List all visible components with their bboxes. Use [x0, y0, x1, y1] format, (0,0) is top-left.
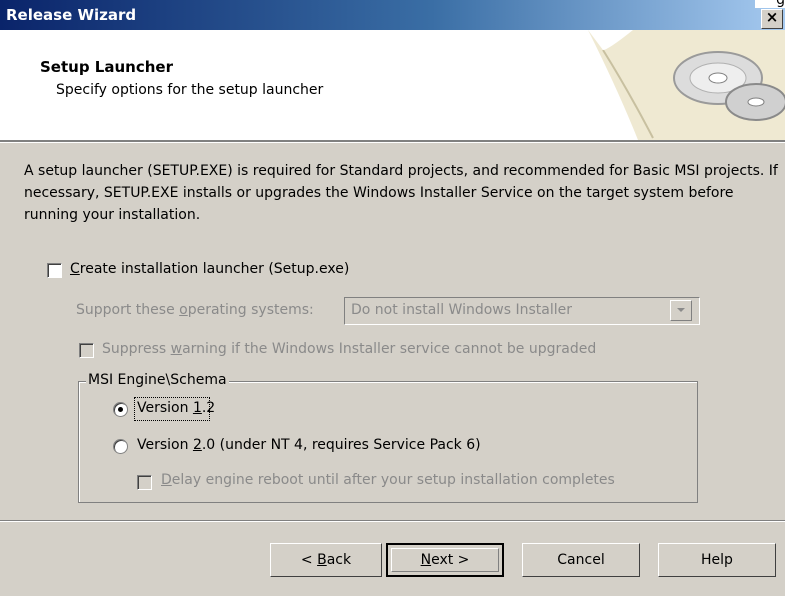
- back-button-mnemonic: B: [317, 552, 327, 568]
- os-support-label-a: Support these: [76, 302, 180, 318]
- create-launcher-mnemonic: C: [70, 261, 80, 277]
- cd-discs-icon: [588, 30, 785, 140]
- back-button-label-b: ack: [326, 552, 352, 568]
- version-1-2-label-b: .2: [201, 400, 216, 416]
- close-icon: ×: [765, 8, 779, 26]
- delay-reboot-mnemonic: D: [161, 472, 172, 488]
- version-1-2-radio[interactable]: [113, 402, 128, 417]
- create-launcher-label[interactable]: Create installation launcher (Setup.exe): [70, 261, 349, 277]
- version-2-0-label-b: .0 (under NT 4, requires Service Pack 6): [201, 437, 481, 453]
- delay-reboot-label[interactable]: Delay engine reboot until after your set…: [161, 472, 615, 488]
- back-button[interactable]: < Back: [270, 543, 382, 577]
- description-text: A setup launcher (SETUP.EXE) is required…: [24, 163, 778, 223]
- version-2-0-mnemonic: 2: [192, 437, 202, 453]
- cancel-button[interactable]: Cancel: [522, 543, 640, 577]
- os-support-mnemonic: o: [179, 302, 188, 318]
- delay-reboot-checkbox[interactable]: [137, 475, 152, 490]
- version-2-0-radio[interactable]: [113, 439, 128, 454]
- msi-engine-group-label: MSI Engine\Schema: [86, 372, 229, 388]
- page-subtitle: Specify options for the setup launcher: [56, 82, 324, 98]
- next-button-focus-frame: [391, 548, 499, 572]
- window-title: Release Wizard: [6, 6, 137, 24]
- os-support-dropdown-button[interactable]: [670, 300, 692, 321]
- suppress-warning-label-b: arning if the Windows Installer service …: [182, 341, 597, 357]
- title-bar-corner-glyph: g: [776, 0, 785, 8]
- back-button-label-a: <: [300, 552, 318, 568]
- os-support-select[interactable]: Do not install Windows Installer: [344, 297, 700, 325]
- suppress-warning-label-a: Suppress: [102, 341, 171, 357]
- os-support-selected-value: Do not install Windows Installer: [351, 302, 572, 318]
- version-1-2-label[interactable]: Version 1.2: [137, 400, 215, 416]
- title-bar-corner: g: [755, 0, 785, 8]
- create-launcher-checkbox[interactable]: [47, 263, 62, 278]
- next-button[interactable]: Next >: [386, 543, 504, 577]
- version-1-2-mnemonic: 1: [192, 400, 202, 416]
- create-launcher-label-text: reate installation launcher (Setup.exe): [79, 261, 350, 277]
- suppress-warning-label[interactable]: Suppress warning if the Windows Installe…: [102, 341, 596, 357]
- suppress-warning-mnemonic: w: [170, 341, 183, 357]
- version-2-0-label[interactable]: Version 2.0 (under NT 4, requires Servic…: [137, 437, 481, 453]
- os-support-label-b: perating systems:: [187, 302, 314, 318]
- version-1-2-label-a: Version: [137, 400, 193, 416]
- radio-selected-dot: [118, 407, 123, 412]
- title-bar[interactable]: Release Wizard: [0, 0, 785, 30]
- os-support-label: Support these operating systems:: [76, 302, 314, 318]
- close-button[interactable]: ×: [761, 8, 783, 29]
- page-title: Setup Launcher: [40, 58, 173, 76]
- version-2-0-label-a: Version: [137, 437, 193, 453]
- suppress-warning-checkbox[interactable]: [79, 343, 94, 358]
- delay-reboot-label-b: elay engine reboot until after your setu…: [171, 472, 615, 488]
- help-button[interactable]: Help: [658, 543, 776, 577]
- chevron-down-icon: [677, 308, 685, 312]
